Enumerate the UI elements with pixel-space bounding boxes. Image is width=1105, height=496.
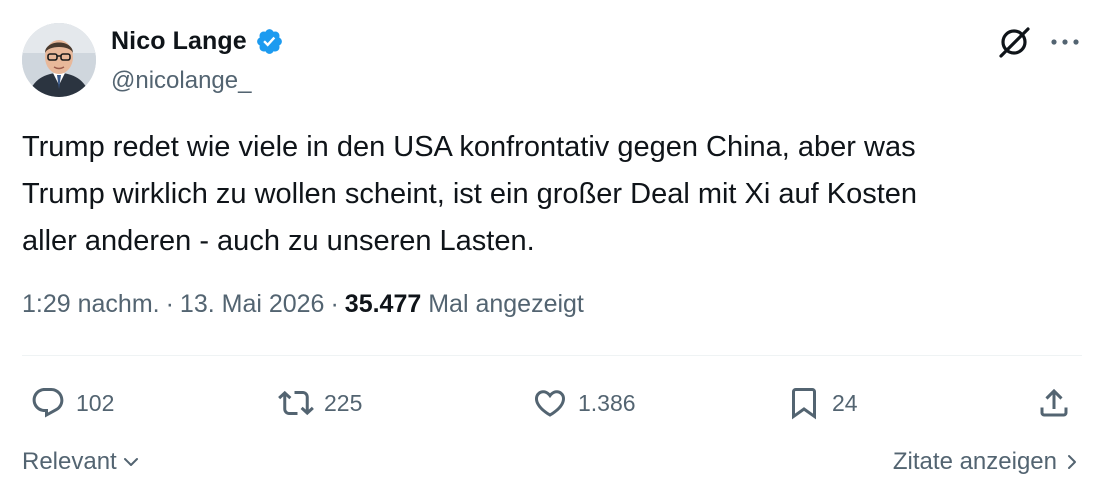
avatar[interactable] [22,23,96,97]
sort-label: Relevant [22,448,117,475]
meta-separator: · [330,290,339,318]
reply-button[interactable]: 102 [30,380,114,426]
action-bar: 102 225 1.386 24 [0,380,1105,426]
tweet-date[interactable]: 13. Mai 2026 [180,290,325,318]
tweet-card: Nico Lange @nicolange_ Trump redet wie v… [0,0,1105,496]
retweet-icon [278,390,314,416]
tweet-time[interactable]: 1:29 nachm. [22,290,160,318]
tweet-meta: 1:29 nachm. · 13. Mai 2026 · 35.477 Mal ange… [22,290,584,319]
bookmark-count: 24 [832,389,858,416]
divider [22,355,1082,356]
views-label: Mal angezeigt [428,290,584,318]
meta-separator: · [165,290,174,318]
chevron-down-icon [123,458,138,466]
grok-button[interactable] [994,22,1034,62]
retweet-count: 225 [324,389,363,416]
like-count: 1.386 [578,389,636,416]
author-handle[interactable]: @nicolange_ [111,67,251,95]
view-quotes-link[interactable]: Zitate anzeigen [893,448,1079,476]
bookmark-icon [792,388,816,420]
retweet-button[interactable]: 225 [278,380,362,426]
more-button[interactable] [1045,22,1085,62]
like-icon [534,390,566,417]
chevron-right-icon [1068,455,1076,469]
share-button[interactable] [1036,380,1072,426]
like-button[interactable]: 1.386 [532,380,636,426]
views-count: 35.477 [344,290,422,318]
author-name[interactable]: Nico Lange [111,27,247,56]
tweet-text: Trump redet wie viele in den USA konfron… [22,131,918,257]
reply-icon [32,388,64,418]
reply-count: 102 [76,389,115,416]
sort-dropdown[interactable]: Relevant [22,448,141,476]
verified-badge-icon[interactable] [255,27,284,56]
author-name-row: Nico Lange [111,27,284,56]
more-icon [1051,39,1079,45]
share-icon [1040,388,1068,417]
quotes-label: Zitate anzeigen [892,448,1057,475]
grok-icon [999,27,1030,58]
bookmark-button[interactable]: 24 [786,380,858,426]
